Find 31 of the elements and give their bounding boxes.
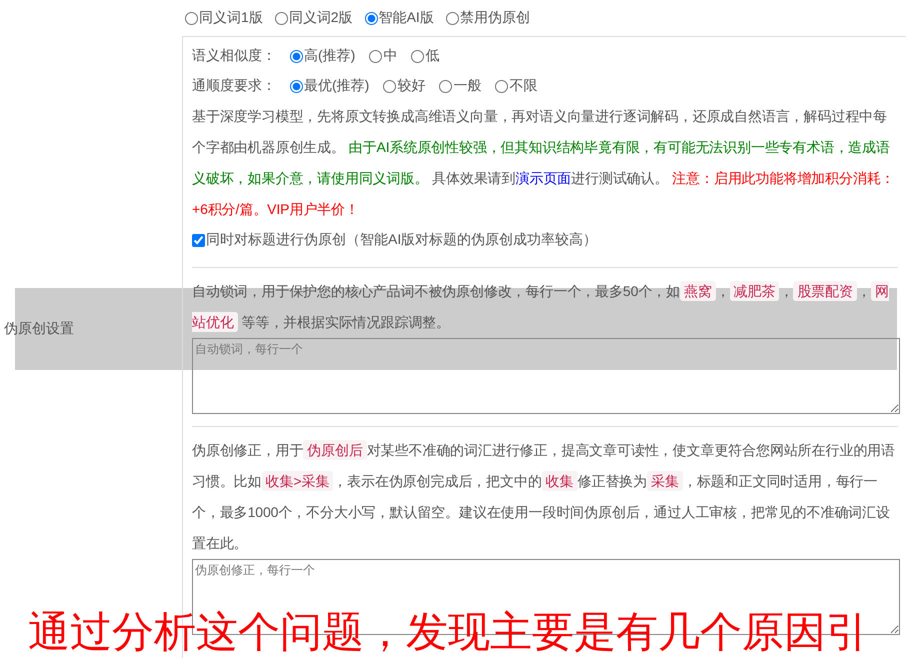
option-label: 智能AI版	[378, 9, 434, 27]
radio-button[interactable]	[411, 50, 424, 62]
section-label: 伪原创设置	[4, 320, 74, 336]
radio-button[interactable]	[290, 80, 303, 92]
option-label: 较好	[397, 77, 426, 95]
radio-button[interactable]	[383, 80, 396, 92]
option-label: 中	[383, 47, 398, 65]
demo-page-link[interactable]: 演示页面	[516, 170, 572, 186]
option-label: 低	[425, 47, 440, 65]
radio-button[interactable]	[446, 12, 459, 24]
option-label: 不限	[509, 77, 538, 95]
field-label: 语义相似度：	[192, 47, 276, 65]
input-field[interactable]: 自动锁词，每行一个	[192, 338, 900, 414]
description-text: 基于深度学习模型，先将原文转换成高维语义向量，再对语义向量进行逐词解码，还原成自然语言，解码过程中每个字都由机器原创生成。 由于AI系统原创性较强，但其知识结构毕竟有限，有可能无法识别一些专有术语，造成语义破坏，如果介意，请使用同义词版。 具体效果请到演示页面进行测试确认。 注意：启用此功能将增加积分消耗：+6积分/篇。VIP用户半价！	[192, 107, 896, 219]
checkbox[interactable]	[192, 234, 205, 246]
option-label: 禁用伪原创	[460, 9, 530, 27]
radio-button[interactable]	[290, 50, 303, 62]
checkbox-label: 同时对标题进行伪原创（智能AI版对标题的伪原创成功率较高）	[206, 231, 598, 249]
radio-button[interactable]	[364, 12, 378, 24]
radio-button[interactable]	[439, 80, 452, 92]
radio-button[interactable]	[495, 80, 508, 92]
option-label: 同义词2版	[288, 9, 353, 27]
radio-button[interactable]	[369, 50, 382, 62]
description-text: 伪原创修正，用于 伪原创后 对某些不准确的词汇进行修正，提高文章可读性，使文章更符合您网站所在行业的用语习惯。比如 收集>采集 ，表示在伪原创完成后，把文中的 收集 修正替换为 采集 ，标题和正文同时适用，每行一个，最多1000个，不分大小写，默认留空。建议在使用一段时间伪原创后，通过人工审核，把常见的不准确词汇设置在此。	[192, 439, 896, 553]
option-label: 同义词1版	[199, 9, 263, 27]
option-label: 最优(推荐)	[304, 77, 370, 95]
radio-button[interactable]	[274, 12, 288, 24]
option-label: 一般	[453, 77, 482, 95]
field-label: 通顺度要求：	[192, 77, 276, 95]
radio-button[interactable]	[185, 12, 198, 24]
option-label: 高(推荐)	[304, 47, 356, 65]
